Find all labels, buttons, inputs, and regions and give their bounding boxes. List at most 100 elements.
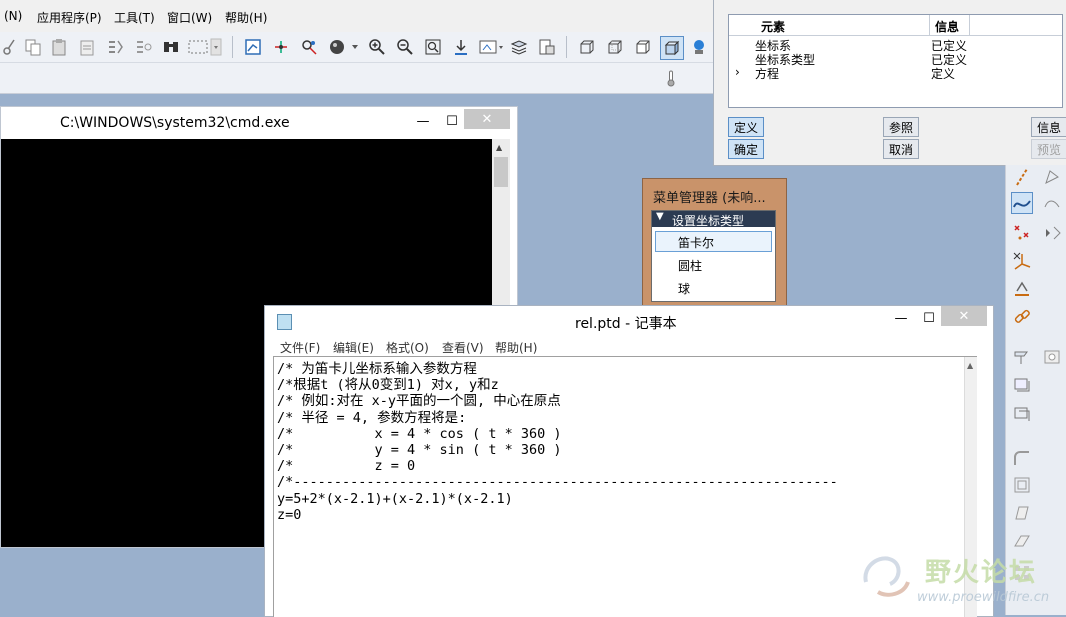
- cmd-window-title: C:\WINDOWS\system32\cmd.exe: [60, 115, 290, 131]
- rib-icon[interactable]: [1012, 531, 1032, 551]
- no-hidden-icon[interactable]: [632, 36, 654, 58]
- column-info: 信息: [935, 20, 960, 34]
- menu-manager-header[interactable]: ▼ 设置坐标类型: [652, 211, 775, 228]
- regenerate-icon[interactable]: [104, 36, 126, 58]
- more-arrow-icon[interactable]: [1042, 223, 1062, 243]
- draft-icon[interactable]: [1012, 503, 1032, 523]
- cmd-minimize-button[interactable]: —: [410, 111, 436, 131]
- selection-filter-icon[interactable]: [186, 36, 224, 58]
- text-line: /* x = 4 * cos ( t * 360 ): [277, 425, 562, 442]
- cmd-scroll-thumb[interactable]: [494, 157, 508, 187]
- notepad-menu-format[interactable]: 格式(O): [386, 339, 429, 356]
- hole-icon[interactable]: [1042, 347, 1062, 367]
- datum-point-tool-icon[interactable]: [1012, 223, 1032, 243]
- cmd-maximize-button[interactable]: ☐: [439, 111, 465, 131]
- watermark-logo-icon: [858, 552, 916, 602]
- model-tree-icon[interactable]: [688, 36, 710, 58]
- revolve-icon[interactable]: [1012, 375, 1032, 395]
- datum-csys-tool-icon[interactable]: [1012, 251, 1032, 271]
- text-line: /* 例如:对在 x-y平面的一个圆, 中心在原点: [277, 393, 561, 410]
- column-divider: [969, 15, 970, 35]
- cmd-close-button[interactable]: ✕: [464, 109, 510, 129]
- info-button[interactable]: 信息: [1031, 117, 1066, 137]
- datum-csys-icon[interactable]: [298, 36, 320, 58]
- watermark-url: www.proewildfire.cn: [917, 590, 1050, 605]
- row-element: 方程: [755, 67, 780, 81]
- scroll-up-arrow-icon[interactable]: ▲: [496, 143, 502, 152]
- sweep-icon[interactable]: [1012, 403, 1032, 423]
- round-icon[interactable]: [1012, 449, 1032, 469]
- sketch-tool-icon[interactable]: [1042, 167, 1062, 187]
- text-line: y=5+2*(x-2.1)+(x-2.1)*(x-2.1): [277, 490, 513, 507]
- datum-point-icon[interactable]: [270, 36, 292, 58]
- find-icon[interactable]: [160, 36, 182, 58]
- hidden-line-icon[interactable]: [604, 36, 626, 58]
- menu-item-window[interactable]: 窗口(W): [167, 9, 212, 26]
- element-dialog: 元素 信息 坐标系 已定义 坐标系类型 已定义 › 方程 定义 定义 参照 信息…: [713, 0, 1066, 166]
- menu-item-tools[interactable]: 工具(T): [114, 9, 155, 26]
- cut-icon[interactable]: [0, 36, 22, 58]
- element-row[interactable]: 坐标系类型 已定义: [729, 51, 1062, 67]
- reference-button[interactable]: 参照: [883, 117, 919, 137]
- right-toolbar: [1005, 165, 1066, 615]
- preview-button[interactable]: 预览: [1031, 139, 1066, 159]
- notepad-menu-file[interactable]: 文件(F): [280, 339, 320, 356]
- notepad-menu-view[interactable]: 查看(V): [442, 339, 484, 356]
- datum-axis-icon[interactable]: [1012, 167, 1032, 187]
- saved-views-icon[interactable]: [478, 36, 506, 58]
- text-line: /* z = 0: [277, 458, 416, 475]
- cmd-titlebar[interactable]: C:\WINDOWS\system32\cmd.exe — ☐ ✕: [1, 107, 517, 139]
- notepad-titlebar[interactable]: rel.ptd - 记事本 — ☐ ✕: [265, 306, 993, 336]
- thermometer-icon[interactable]: [660, 67, 682, 89]
- wireframe-icon[interactable]: [576, 36, 598, 58]
- refit-icon[interactable]: [422, 36, 444, 58]
- menu-item-n[interactable]: (N): [4, 9, 22, 23]
- main-menubar: (N) 应用程序(P) 工具(T) 窗口(W) 帮助(H): [0, 0, 720, 32]
- cancel-button[interactable]: 取消: [883, 139, 919, 159]
- notepad-menubar: 文件(F) 编辑(E) 格式(O) 查看(V) 帮助(H): [265, 336, 993, 356]
- define-button[interactable]: 定义: [728, 117, 764, 137]
- menu-manager-list: ▼ 设置坐标类型 笛卡尔 圆柱 球: [651, 210, 776, 302]
- curve-from-icon[interactable]: [1042, 193, 1062, 213]
- notepad-menu-help[interactable]: 帮助(H): [495, 339, 537, 356]
- text-line: /* 为笛卡儿坐标系输入参数方程: [277, 361, 477, 377]
- element-row[interactable]: 坐标系 已定义: [729, 37, 1062, 53]
- ok-button[interactable]: 确定: [728, 139, 764, 159]
- menu-item-cylindrical[interactable]: 圆柱: [678, 257, 702, 274]
- notepad-menu-edit[interactable]: 编辑(E): [333, 339, 374, 356]
- collapse-triangle-icon[interactable]: ▼: [656, 211, 664, 222]
- shade-style-icon[interactable]: [326, 36, 358, 58]
- shell-icon[interactable]: [1012, 475, 1032, 495]
- row-marker: ›: [735, 65, 740, 79]
- notepad-close-button[interactable]: ✕: [941, 306, 987, 326]
- notepad-app-icon: [277, 314, 292, 330]
- zoom-in-icon[interactable]: [366, 36, 388, 58]
- reorient-icon[interactable]: [450, 36, 472, 58]
- view-manager-icon[interactable]: [536, 36, 558, 58]
- copy-icon[interactable]: [22, 36, 44, 58]
- element-table: 元素 信息 坐标系 已定义 坐标系类型 已定义 › 方程 定义: [728, 14, 1063, 108]
- menu-manager-title[interactable]: 菜单管理器 (未响...: [653, 187, 766, 206]
- menu-item-help[interactable]: 帮助(H): [225, 9, 267, 26]
- chain-icon[interactable]: [1012, 307, 1032, 327]
- menu-item-spherical[interactable]: 球: [678, 280, 690, 297]
- layers-icon[interactable]: [508, 36, 530, 58]
- paste-icon[interactable]: [48, 36, 70, 58]
- menu-item-cartesian[interactable]: 笛卡尔: [678, 234, 714, 251]
- notepad-minimize-button[interactable]: —: [889, 308, 913, 328]
- extrude-icon[interactable]: [1012, 347, 1032, 367]
- paste-special-icon[interactable]: [76, 36, 98, 58]
- shading-icon[interactable]: [660, 36, 684, 60]
- zoom-out-icon[interactable]: [394, 36, 416, 58]
- regen-manager-icon[interactable]: [132, 36, 154, 58]
- scroll-up-arrow-icon[interactable]: ▲: [967, 361, 973, 370]
- notepad-maximize-button[interactable]: ☐: [917, 308, 941, 328]
- text-line: /*--------------------------------------…: [277, 474, 838, 491]
- datum-curve-icon[interactable]: [1011, 192, 1033, 214]
- element-row[interactable]: › 方程 定义: [729, 65, 1062, 81]
- sketch-icon[interactable]: [242, 36, 264, 58]
- analysis-feature-icon[interactable]: [1012, 279, 1032, 299]
- row-info: 定义: [931, 67, 956, 81]
- menu-item-apps[interactable]: 应用程序(P): [37, 9, 102, 26]
- text-line: /*根据t (将从0变到1) 对x, y和z: [277, 377, 499, 394]
